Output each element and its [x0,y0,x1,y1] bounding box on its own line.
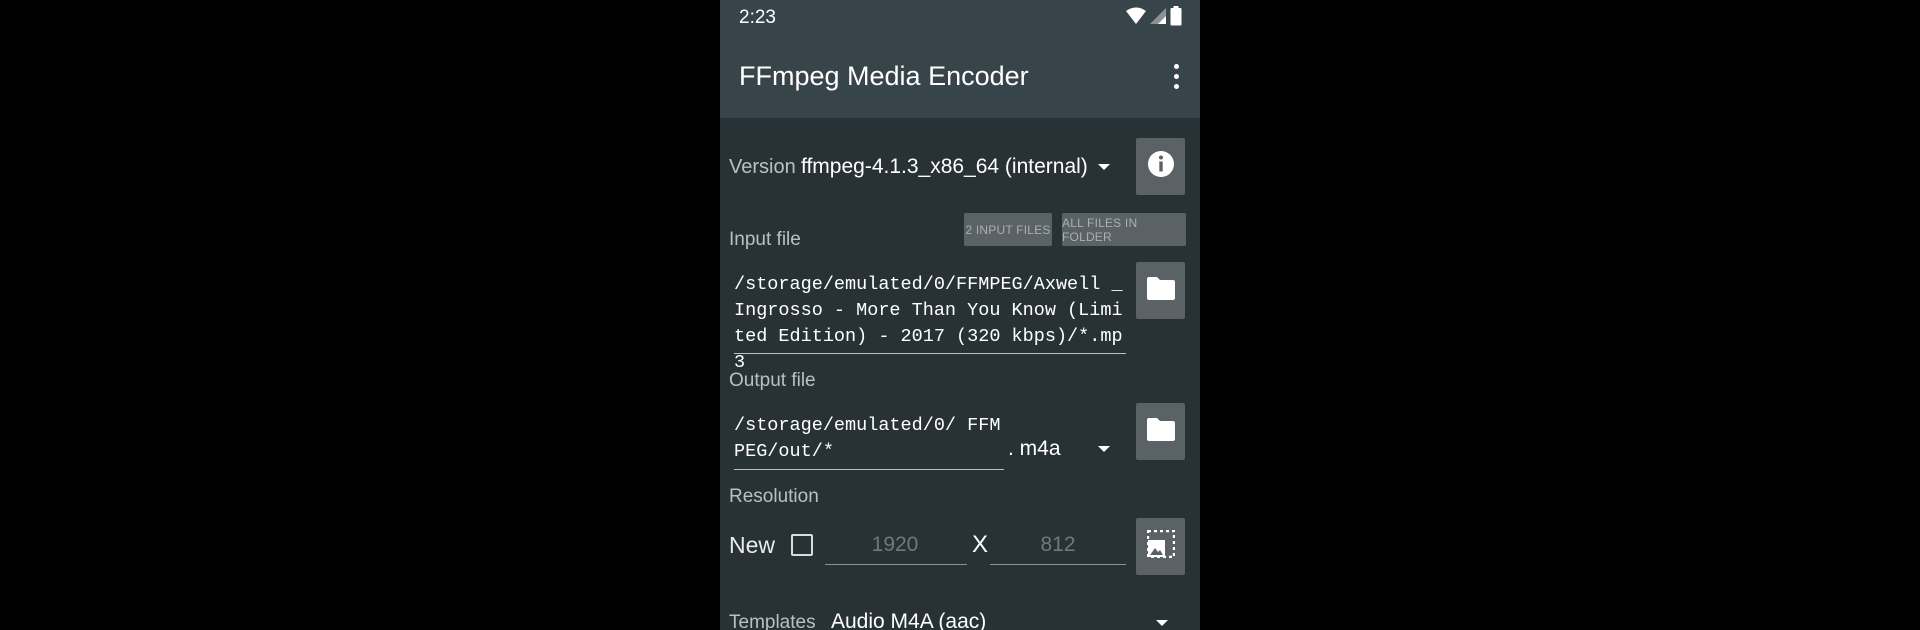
status-icons [1126,5,1182,31]
version-select[interactable]: ffmpeg-4.1.3_x86_64 (internal) [801,155,1088,179]
resolution-new-label: New [729,532,776,558]
more-vert-icon[interactable] [1166,59,1186,93]
output-file-field[interactable]: /storage/emulated/0/ FFMPEG/out/* [734,413,1004,465]
photo-size-select-icon [1146,529,1175,563]
resolution-new-checkbox[interactable] [791,534,813,556]
output-file-underline [734,469,1004,470]
templates-label: Templates [729,612,816,630]
templates-select[interactable]: Audio M4A (aac) [831,610,986,630]
input-file-field[interactable]: /storage/emulated/0/FFMPEG/Axwell _ Ingr… [734,272,1126,376]
version-label: Version [729,156,796,178]
version-info-button[interactable] [1136,138,1185,195]
resolution-select-button[interactable] [1136,518,1185,575]
resolution-separator: X [972,531,989,558]
resolution-width-underline [825,564,967,565]
output-folder-button[interactable] [1136,403,1185,460]
battery-icon [1170,5,1182,31]
cell-signal-icon [1150,7,1166,30]
templates-dropdown-arrow-icon[interactable] [1156,620,1168,626]
resolution-width-input[interactable]: 1920 [825,533,965,557]
input-folder-button[interactable] [1136,262,1185,319]
app-bar: FFmpeg Media Encoder [720,34,1200,118]
info-icon [1147,150,1175,183]
status-time: 2:23 [739,7,776,28]
status-bar: 2:23 [720,0,1200,34]
folder-icon [1146,276,1175,305]
resolution-height-input[interactable]: 812 [990,533,1126,557]
extension-dropdown-arrow-icon[interactable] [1098,446,1110,452]
version-dropdown-arrow-icon[interactable] [1098,164,1110,170]
input-file-underline [734,353,1126,354]
wifi-icon [1126,7,1146,30]
folder-icon [1146,417,1175,446]
phone-screen: 2:23 FFmpeg Media Encoder Version ffmpeg… [720,0,1200,630]
resolution-label: Resolution [729,486,819,507]
resolution-height-underline [990,564,1126,565]
all-files-in-folder-button[interactable]: ALL FILES IN FOLDER [1062,213,1186,246]
app-title: FFmpeg Media Encoder [739,61,1029,91]
input-file-label: Input file [729,229,801,250]
two-input-files-button[interactable]: 2 INPUT FILES [964,213,1052,246]
output-extension-select[interactable]: . m4a [1008,437,1061,461]
output-file-label: Output file [729,370,816,391]
